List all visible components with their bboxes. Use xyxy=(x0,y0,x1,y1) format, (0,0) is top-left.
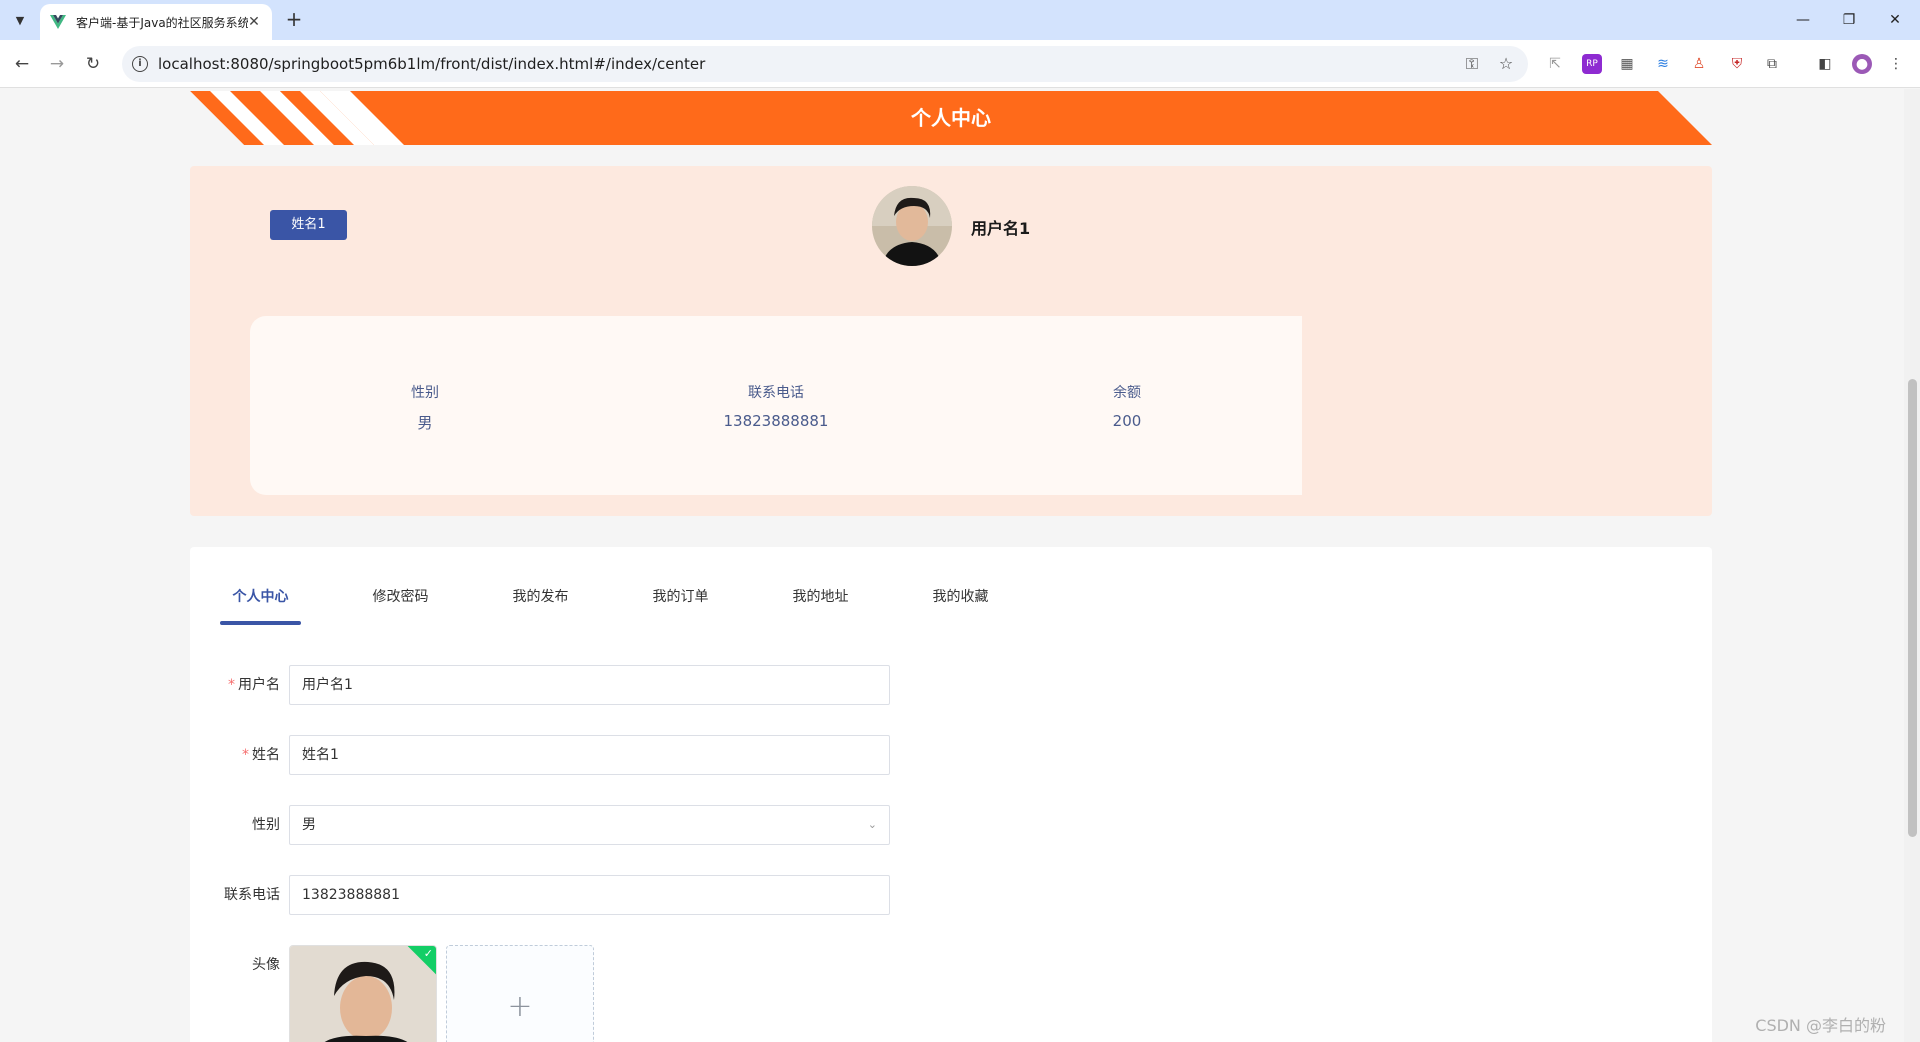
scrollbar-thumb[interactable] xyxy=(1908,379,1917,837)
url-text[interactable]: localhost:8080/springboot5pm6b1lm/front/… xyxy=(158,55,705,73)
tab-change-password[interactable]: 修改密码 xyxy=(360,577,441,617)
csdn-watermark: CSDN @李白的粉 xyxy=(1755,1016,1886,1035)
avatar-label: 头像 xyxy=(252,957,280,973)
info-phone-value: 13823888881 xyxy=(723,412,829,430)
name-input[interactable]: 姓名1 xyxy=(289,735,890,775)
password-key-icon[interactable]: ⚿ xyxy=(1462,54,1482,74)
extension-layers-icon[interactable]: ≋ xyxy=(1653,54,1673,74)
profile-panel: 姓名1 用户名1 性别 男 联系电话 13823888881 余额 200 xyxy=(190,166,1712,516)
bookmark-star-icon[interactable]: ☆ xyxy=(1496,54,1516,74)
tab-my-posts[interactable]: 我的发布 xyxy=(500,577,581,617)
banner-title: 个人中心 xyxy=(911,106,991,130)
tab-profile-center[interactable]: 个人中心 xyxy=(220,577,301,617)
info-balance: 余额 200 xyxy=(1027,382,1227,430)
back-arrow-icon[interactable]: ← xyxy=(10,52,34,76)
extension-grid-icon[interactable]: ▦ xyxy=(1617,54,1637,74)
phone-label: 联系电话 xyxy=(224,887,280,903)
profile-username: 用户名1 xyxy=(971,219,1031,238)
reload-icon[interactable]: ↻ xyxy=(81,52,105,76)
extension-cursor-icon[interactable]: ⇱ xyxy=(1545,54,1565,74)
phone-input[interactable]: 13823888881 xyxy=(289,875,890,915)
plus-icon: + xyxy=(507,989,533,1024)
username-label-text: 用户名 xyxy=(238,677,280,693)
address-bar[interactable]: i localhost:8080/springboot5pm6b1lm/fron… xyxy=(122,46,1528,82)
profile-avatar-icon[interactable]: ● xyxy=(1852,54,1872,74)
form-row-name: * 姓名 姓名1 xyxy=(190,735,1090,775)
form-row-gender: 性别 男 ⌄ xyxy=(190,805,1090,845)
check-icon: ✓ xyxy=(423,947,433,960)
avatar xyxy=(872,186,952,266)
avatar-image xyxy=(290,946,436,1042)
info-balance-value: 200 xyxy=(1112,412,1142,430)
username-input[interactable]: 用户名1 xyxy=(289,665,890,705)
extension-shield-icon[interactable]: ⛨ xyxy=(1727,54,1747,74)
minimize-button[interactable]: — xyxy=(1780,6,1826,34)
side-panel-icon[interactable]: ◧ xyxy=(1815,54,1835,74)
info-gender: 性别 男 xyxy=(325,382,525,433)
tab-title: 客户端-基于Java的社区服务系统 xyxy=(76,15,248,30)
window-close-button[interactable]: ✕ xyxy=(1872,6,1918,34)
required-mark: * xyxy=(228,677,235,693)
gender-select[interactable]: 男 ⌄ xyxy=(289,805,890,845)
info-phone-label: 联系电话 xyxy=(748,385,804,401)
info-balance-label: 余额 xyxy=(1113,385,1141,401)
name-tag: 姓名1 xyxy=(270,210,347,240)
page-viewport: 个人中心 姓名1 用户名1 性别 男 联系电话 13823888881 余额 2… xyxy=(0,89,1904,1042)
browser-toolbar: ← → ↻ i localhost:8080/springboot5pm6b1l… xyxy=(0,40,1920,88)
page-banner: 个人中心 xyxy=(180,91,1712,145)
browser-tab-bar: ▼ 客户端-基于Java的社区服务系统 ✕ + — ❐ ✕ xyxy=(0,0,1920,40)
new-tab-button[interactable]: + xyxy=(282,8,306,32)
info-phone: 联系电话 13823888881 xyxy=(676,382,876,430)
name-label-text: 姓名 xyxy=(252,747,280,763)
info-gender-label: 性别 xyxy=(411,385,439,401)
forward-arrow-icon[interactable]: → xyxy=(45,52,69,76)
username-label: * 用户名 xyxy=(190,665,280,705)
restore-button[interactable]: ❐ xyxy=(1826,6,1872,34)
tab-close-icon[interactable]: ✕ xyxy=(246,14,262,30)
chevron-down-icon: ⌄ xyxy=(867,818,877,831)
gender-label: 性别 xyxy=(252,817,280,833)
form-row-username: * 用户名 用户名1 xyxy=(190,665,1090,705)
center-form-panel: 个人中心 修改密码 我的发布 我的订单 我的地址 我的收藏 * 用户名 用户名1 … xyxy=(190,547,1712,1042)
form-row-avatar: 头像 ✓ + xyxy=(190,945,1090,1042)
extensions-puzzle-icon[interactable]: ⧉ xyxy=(1762,54,1782,74)
info-gender-value: 男 xyxy=(417,414,433,432)
page-scrollbar[interactable] xyxy=(1904,89,1920,1042)
tab-search-chevron-icon[interactable]: ▼ xyxy=(8,8,32,32)
name-label: * 姓名 xyxy=(190,735,280,775)
required-mark: * xyxy=(242,747,249,763)
gender-select-value: 男 xyxy=(302,817,316,833)
tab-my-favorites[interactable]: 我的收藏 xyxy=(920,577,1001,617)
avatar-upload-add-button[interactable]: + xyxy=(446,945,594,1042)
browser-menu-icon[interactable]: ⋮ xyxy=(1886,54,1906,74)
tab-my-address[interactable]: 我的地址 xyxy=(780,577,861,617)
tab-my-orders[interactable]: 我的订单 xyxy=(640,577,721,617)
form-row-phone: 联系电话 13823888881 xyxy=(190,875,1090,915)
vue-favicon-icon xyxy=(50,14,66,30)
avatar-upload-thumbnail[interactable]: ✓ xyxy=(289,945,437,1042)
extension-rp-icon[interactable]: RP xyxy=(1582,54,1602,74)
site-info-icon[interactable]: i xyxy=(132,56,148,72)
active-tab-indicator xyxy=(220,621,301,625)
info-card: 性别 男 联系电话 13823888881 余额 200 xyxy=(250,316,1302,495)
extension-person-icon[interactable]: ♙ xyxy=(1689,54,1709,74)
browser-tab[interactable]: 客户端-基于Java的社区服务系统 ✕ xyxy=(40,4,272,40)
